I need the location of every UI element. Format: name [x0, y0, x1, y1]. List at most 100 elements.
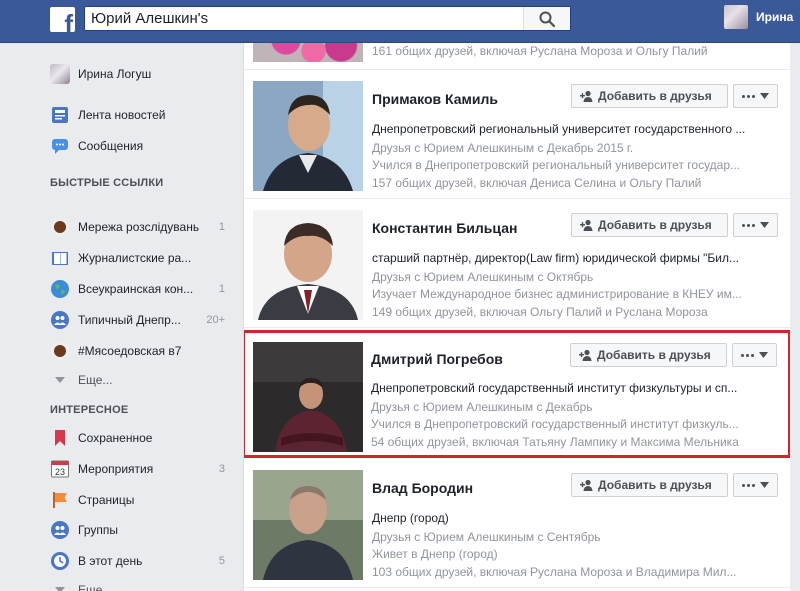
- shortcuts-header: БЫСТРЫЕ ССЫЛКИ: [50, 177, 164, 189]
- chevron-down-icon: [50, 370, 70, 390]
- more-options-button[interactable]: [732, 343, 777, 367]
- book-icon: [52, 252, 68, 265]
- sidebar-profile[interactable]: Ирина Логуш: [50, 63, 225, 85]
- friend-name-link[interactable]: Константин Бильцан: [372, 220, 517, 236]
- bookmark-icon: [55, 430, 65, 446]
- shortcut-label: Всеукраинская кон...: [78, 282, 194, 296]
- friend-education[interactable]: Днепропетровский государственный институ…: [371, 380, 779, 396]
- add-friend-label: Добавить в друзья: [598, 89, 712, 103]
- sidebar-item-label: Мероприятия: [78, 462, 154, 476]
- user-name-link[interactable]: Ирина: [756, 10, 793, 24]
- sidebar-item-label: Сообщения: [78, 139, 144, 153]
- sidebar-shortcut[interactable]: Мережа розслідувань 1: [50, 216, 225, 238]
- sidebar-item-count: 3: [218, 463, 225, 475]
- top-navigation-bar: f Ирина: [0, 0, 800, 43]
- sidebar-item-count: 5: [218, 555, 225, 567]
- friend-mutual[interactable]: 149 общих друзей, включая Ольгу Палий и …: [372, 304, 780, 320]
- sidebar-item-groups[interactable]: Группы: [50, 519, 225, 541]
- sidebar-item-on-this-day[interactable]: В этот день 5: [50, 550, 225, 572]
- friend-name-link[interactable]: Дмитрий Погребов: [371, 351, 503, 367]
- left-sidebar: Ирина Логуш Лента новостей Сообщения БЫС…: [0, 43, 243, 591]
- friend-detail[interactable]: Учился в Днепропетровский региональный у…: [372, 157, 780, 173]
- sidebar-shortcut[interactable]: Типичный Днепр... 20+: [50, 309, 225, 331]
- sidebar-shortcut[interactable]: Всеукраинская кон... 1: [50, 278, 225, 300]
- sidebar-item-label: Страницы: [78, 493, 135, 507]
- sidebar-item-label: Сохраненное: [78, 431, 153, 445]
- more-options-button[interactable]: [733, 84, 778, 108]
- clock-history-icon: [51, 552, 69, 570]
- sidebar-item-label: Лента новостей: [78, 108, 166, 122]
- sidebar-item-pages[interactable]: Страницы: [50, 489, 225, 511]
- friend-card: Константин Бильцан Добавить в друзья ста…: [244, 200, 790, 328]
- news-feed-icon: [52, 107, 68, 123]
- friend-name-link[interactable]: Примаков Камиль: [372, 91, 498, 107]
- search-box[interactable]: [84, 6, 571, 31]
- add-friend-label: Добавить в друзья: [597, 348, 711, 362]
- group-icon: [51, 311, 69, 329]
- sidebar-item-events[interactable]: 23 Мероприятия 3: [50, 458, 225, 480]
- add-friend-button[interactable]: Добавить в друзья: [570, 343, 727, 367]
- friend-card: Влад Бородин Добавить в друзья Днепр (го…: [244, 460, 790, 588]
- search-button[interactable]: [523, 7, 570, 30]
- friend-education[interactable]: Днепропетровский региональный университе…: [372, 121, 780, 137]
- friend-card-highlighted: Дмитрий Погребов Добавить в друзья Днепр…: [244, 330, 790, 458]
- friend-mutual[interactable]: 161 общих друзей, включая Руслана Мороза…: [372, 43, 780, 59]
- friend-detail[interactable]: Живет в Днепр (город): [372, 546, 780, 562]
- friend-detail[interactable]: Учился в Днепропетровский государственны…: [371, 416, 779, 432]
- flag-icon: [53, 492, 67, 508]
- friend-photo[interactable]: [253, 43, 363, 62]
- chevron-down-icon: [760, 93, 769, 99]
- sidebar-item-messages[interactable]: Сообщения: [50, 135, 225, 157]
- friend-since: Друзья с Юрием Алешкиным с Декабрь 2015 …: [372, 141, 634, 155]
- friend-name-link[interactable]: Влад Бородин: [372, 480, 473, 496]
- user-avatar[interactable]: [724, 5, 748, 29]
- coffee-cup-icon: [51, 342, 69, 360]
- shortcut-label: Журналистские ра...: [78, 251, 192, 265]
- more-options-button[interactable]: [733, 213, 778, 237]
- more-label: Еще...: [78, 373, 113, 387]
- add-friend-button[interactable]: Добавить в друзья: [571, 213, 728, 237]
- friend-work[interactable]: старший партнёр, директор(Law firm) юрид…: [372, 250, 780, 266]
- shortcut-label: Типичный Днепр...: [78, 313, 181, 327]
- calendar-icon: 23: [51, 460, 69, 478]
- shortcut-count: 1: [218, 221, 225, 233]
- sidebar-item-label: Группы: [78, 523, 118, 537]
- add-friend-label: Добавить в друзья: [598, 218, 712, 232]
- add-friend-icon: [580, 479, 593, 491]
- friend-mutual[interactable]: 54 общих друзей, включая Татьяну Лампику…: [371, 434, 779, 450]
- friend-mutual[interactable]: 157 общих друзей, включая Дениса Селина …: [372, 175, 780, 191]
- search-icon: [539, 11, 555, 27]
- friend-location[interactable]: Днепр (город): [372, 510, 780, 526]
- sidebar-item-label: В этот день: [78, 554, 143, 568]
- add-friend-icon: [580, 219, 593, 231]
- explore-more-link[interactable]: Еще...: [50, 579, 225, 591]
- facebook-logo-icon[interactable]: f: [50, 7, 75, 32]
- messages-icon: [52, 139, 68, 154]
- globe-icon: [51, 280, 69, 298]
- shortcut-count: 20+: [206, 314, 225, 326]
- friend-detail[interactable]: Изучает Международное бизнес администрир…: [372, 286, 780, 302]
- sidebar-item-saved[interactable]: Сохраненное: [50, 427, 225, 449]
- friend-mutual[interactable]: 103 общих друзей, включая Руслана Мороза…: [372, 564, 780, 580]
- profile-avatar: [50, 64, 70, 84]
- friend-since: Друзья с Юрием Алешкиным с Сентябрь: [372, 530, 601, 544]
- add-friend-button[interactable]: Добавить в друзья: [571, 84, 728, 108]
- explore-header: ИНТЕРЕСНОЕ: [50, 404, 129, 416]
- add-friend-label: Добавить в друзья: [598, 478, 712, 492]
- sidebar-item-news-feed[interactable]: Лента новостей: [50, 104, 225, 126]
- calendar-day-text: 23: [55, 467, 65, 477]
- chevron-down-icon: [760, 222, 769, 228]
- group-icon: [51, 521, 69, 539]
- friend-photo[interactable]: [253, 470, 363, 580]
- add-friend-button[interactable]: Добавить в друзья: [571, 473, 728, 497]
- sidebar-shortcut[interactable]: Журналистские ра...: [50, 247, 225, 269]
- shortcuts-more-link[interactable]: Еще...: [50, 369, 225, 391]
- more-options-button[interactable]: [733, 473, 778, 497]
- friend-photo[interactable]: [253, 342, 363, 452]
- friend-photo[interactable]: [253, 210, 363, 320]
- search-input[interactable]: [85, 7, 525, 30]
- more-dots-icon: [742, 223, 755, 227]
- sidebar-shortcut[interactable]: #Мясоедовская в7: [50, 340, 225, 362]
- add-friend-icon: [579, 349, 592, 361]
- friend-photo[interactable]: [253, 81, 363, 191]
